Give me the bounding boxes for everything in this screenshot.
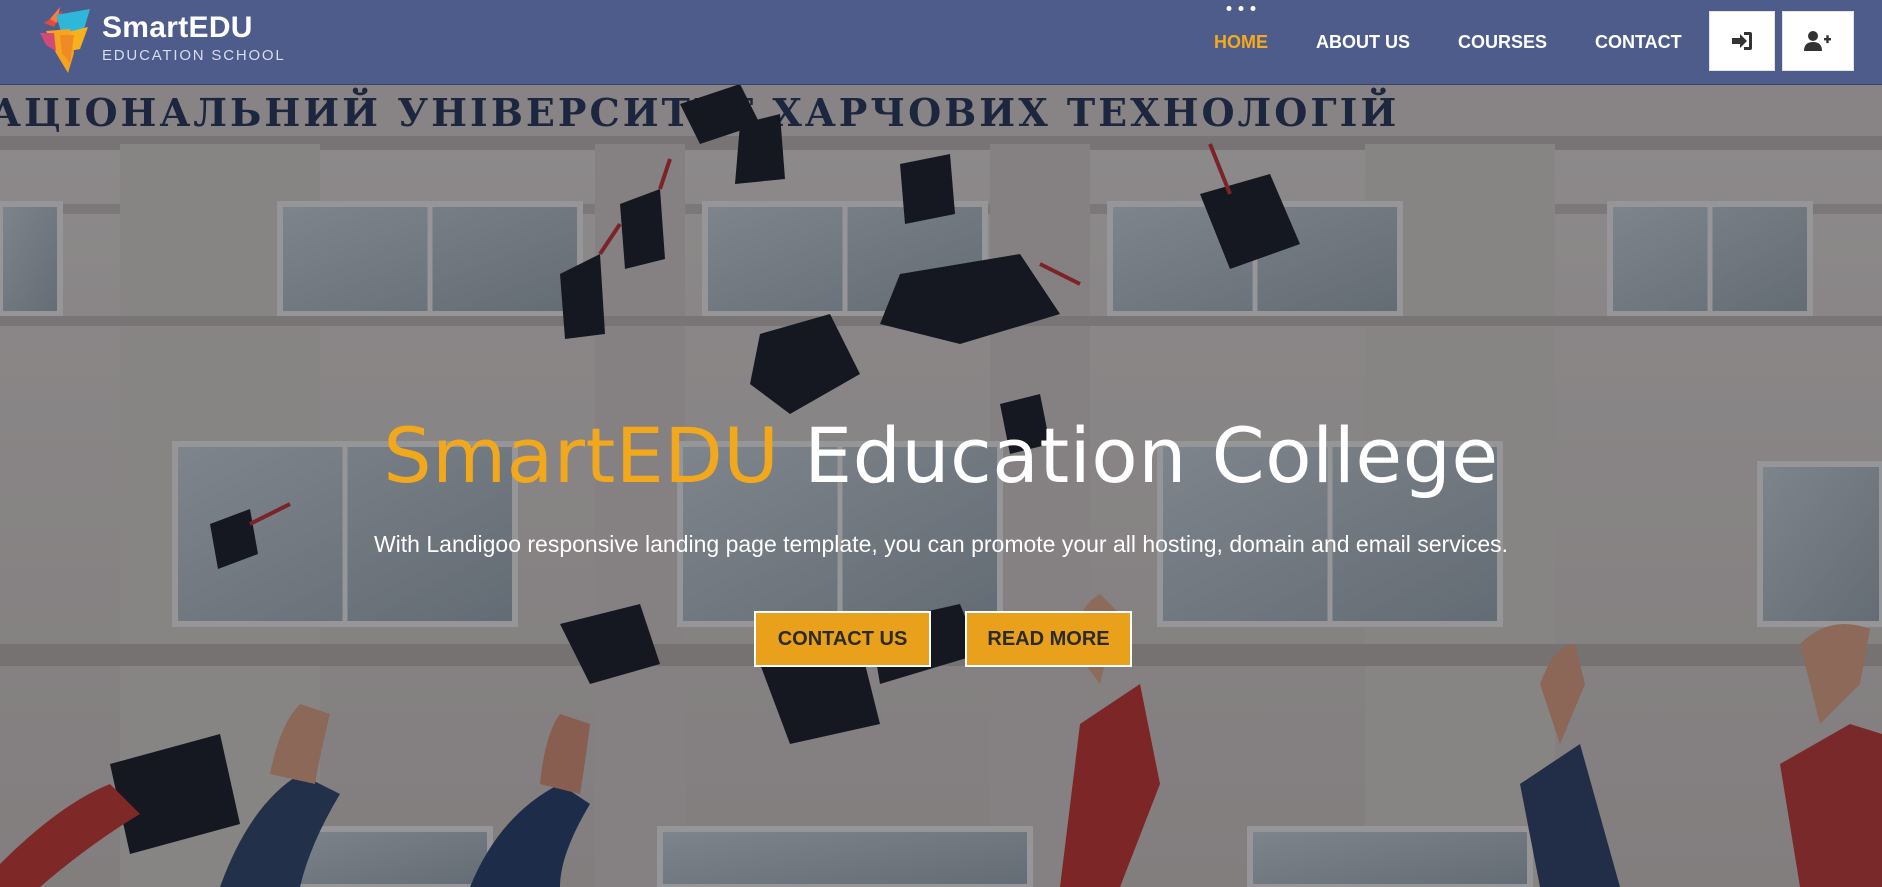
hero-section: АЦІОНАЛЬНИЙ УНІВЕРСИТЕТ ХАРЧОВИХ ТЕХНОЛО… [0, 84, 1882, 887]
nav-contact-label: CONTACT [1595, 31, 1682, 52]
nav-about-us[interactable]: ABOUT US [1292, 0, 1434, 84]
user-plus-icon [1804, 31, 1831, 51]
nav-home[interactable]: HOME [1190, 0, 1292, 84]
nav-contact[interactable]: CONTACT [1571, 0, 1706, 84]
brand-logo[interactable]: SmartEDU EDUCATION SCHOOL [30, 5, 286, 75]
nav-courses[interactable]: COURSES [1434, 0, 1571, 84]
sign-in-icon [1732, 32, 1752, 50]
brand-tagline: EDUCATION SCHOOL [102, 47, 286, 64]
top-navbar: SmartEDU EDUCATION SCHOOL HOME ABOUT US … [0, 0, 1882, 85]
active-indicator-dots [1226, 6, 1256, 11]
nav-home-label: HOME [1214, 31, 1268, 52]
contact-us-button[interactable]: CONTACT US [754, 611, 931, 667]
hero-title: SmartEDU Education College [0, 414, 1882, 498]
hero-title-accent: SmartEDU [383, 411, 780, 500]
login-button[interactable] [1709, 11, 1775, 71]
hero-actions: CONTACT US READ MORE [0, 611, 1882, 667]
nav-courses-label: COURSES [1458, 31, 1548, 52]
hero-subtitle: With Landigoo responsive landing page te… [373, 531, 1509, 557]
hero-title-rest: Education College [804, 411, 1499, 500]
main-menu: HOME ABOUT US COURSES CONTACT [1190, 0, 1706, 84]
register-button[interactable] [1782, 11, 1854, 71]
nav-about-label: ABOUT US [1316, 31, 1410, 52]
read-more-button[interactable]: READ MORE [965, 611, 1132, 667]
logo-bird-icon [40, 7, 90, 73]
brand-name: SmartEDU [102, 11, 253, 44]
